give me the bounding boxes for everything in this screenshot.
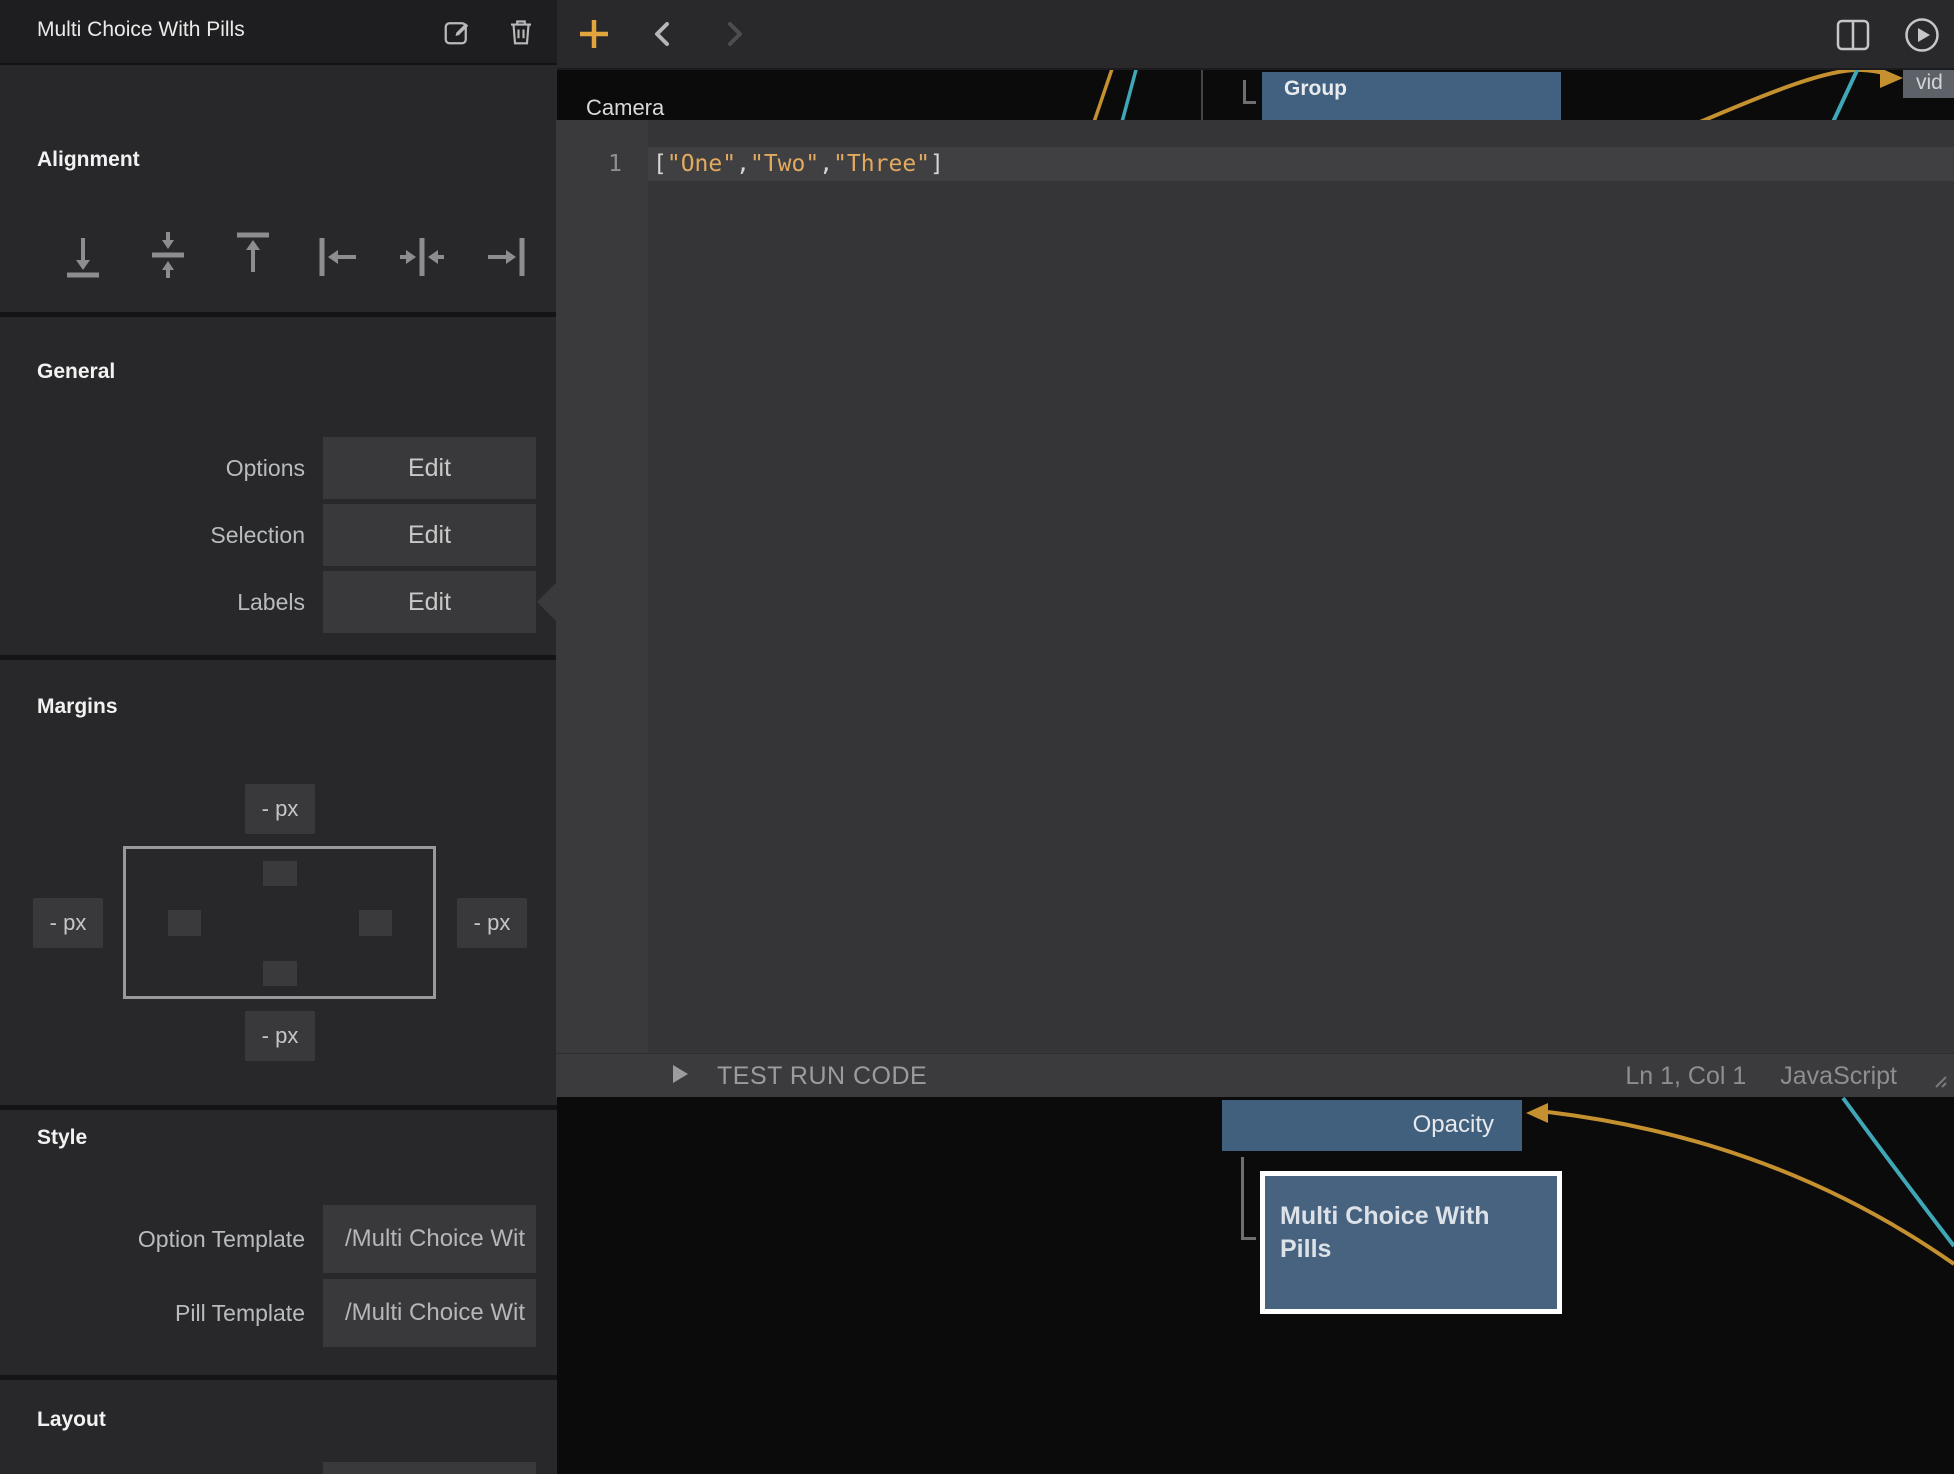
code-token: , xyxy=(819,151,833,177)
opacity-node-title: Opacity xyxy=(1413,1111,1494,1139)
margin-left-input[interactable]: - px xyxy=(33,898,103,948)
resize-grip[interactable] xyxy=(1928,1072,1948,1093)
line-number-gutter xyxy=(556,120,648,1053)
align-vertical-center-button[interactable] xyxy=(145,230,191,280)
video-node-title: vid xyxy=(1916,71,1943,95)
section-divider xyxy=(0,655,557,660)
align-left-button[interactable] xyxy=(314,230,360,280)
align-horizontal-center-icon xyxy=(399,268,445,283)
play-circle-icon xyxy=(1904,41,1940,56)
edit-pencil-icon xyxy=(442,35,472,50)
cursor-position-label: Ln 1, Col 1 xyxy=(1625,1062,1746,1091)
app-window: Camera Group vid Opacity Multi Choice Wi… xyxy=(0,0,1954,1474)
align-bottom-button[interactable] xyxy=(60,230,106,280)
run-prototype-button[interactable] xyxy=(1904,17,1940,53)
test-run-code-button[interactable]: TEST RUN CODE xyxy=(672,1054,927,1098)
alignment-buttons xyxy=(60,230,530,280)
section-divider xyxy=(0,1105,557,1110)
align-horizontal-center-button[interactable] xyxy=(399,230,445,280)
code-token: , xyxy=(736,151,750,177)
language-label: JavaScript xyxy=(1780,1062,1897,1091)
margins-heading: Margins xyxy=(37,695,118,719)
code-token: "Three" xyxy=(833,151,930,177)
node-edge-line xyxy=(1201,70,1203,120)
code-input[interactable]: ["One","Two","Three"] xyxy=(653,147,944,181)
video-node[interactable]: vid xyxy=(1903,68,1954,98)
panel-title: Multi Choice With Pills xyxy=(37,18,245,42)
navigate-forward-button-disabled[interactable] xyxy=(721,21,747,47)
selected-node-title: Multi Choice With Pills xyxy=(1280,1200,1520,1266)
style-heading: Style xyxy=(37,1126,87,1150)
option-template-value[interactable]: /Multi Choice Wit xyxy=(323,1205,536,1273)
camera-node-title[interactable]: Camera xyxy=(586,95,664,121)
align-vertical-center-icon xyxy=(145,268,191,283)
align-left-icon xyxy=(314,268,360,283)
code-editor-popover: 1 ["One","Two","Three"] TEST RUN CODE Ln… xyxy=(556,120,1954,1097)
multi-choice-with-pills-node-selected[interactable]: Multi Choice With Pills xyxy=(1260,1171,1562,1314)
options-edit-button[interactable]: Edit xyxy=(323,437,536,499)
group-node[interactable]: Group xyxy=(1262,72,1561,120)
line-number: 1 xyxy=(556,147,622,181)
opacity-node[interactable]: Opacity xyxy=(1222,1100,1522,1151)
margin-right-input[interactable]: - px xyxy=(457,898,527,948)
code-token: ] xyxy=(930,151,944,177)
panel-header: Multi Choice With Pills xyxy=(0,0,557,65)
general-heading: General xyxy=(37,360,115,384)
pill-template-value[interactable]: /Multi Choice Wit xyxy=(323,1279,536,1347)
labels-edit-button[interactable]: Edit xyxy=(323,571,536,633)
align-bottom-icon xyxy=(60,268,106,283)
code-token: [ xyxy=(653,151,667,177)
editor-status: Ln 1, Col 1 JavaScript xyxy=(1625,1054,1897,1098)
selection-label: Selection xyxy=(0,504,305,566)
margin-left-handle[interactable] xyxy=(168,910,201,936)
margin-right-handle[interactable] xyxy=(359,910,392,936)
split-view-button[interactable] xyxy=(1836,19,1870,51)
layout-partial-control[interactable] xyxy=(323,1462,536,1474)
code-token: "One" xyxy=(667,151,736,177)
delete-button[interactable] xyxy=(506,17,536,47)
group-node-title: Group xyxy=(1284,77,1347,101)
hierarchy-connector xyxy=(1243,80,1256,104)
alignment-heading: Alignment xyxy=(37,148,140,172)
popover-arrow xyxy=(537,583,556,621)
code-token: "Two" xyxy=(750,151,819,177)
layout-heading: Layout xyxy=(37,1408,106,1432)
split-view-icon xyxy=(1836,39,1870,54)
hierarchy-connector xyxy=(1241,1157,1256,1240)
run-play-icon xyxy=(672,1062,689,1091)
labels-label: Labels xyxy=(0,571,305,633)
options-label: Options xyxy=(0,437,305,499)
margin-top-input[interactable]: - px xyxy=(245,784,315,834)
margin-bottom-handle[interactable] xyxy=(263,961,297,986)
properties-panel: Multi Choice With Pills Alignment xyxy=(0,0,557,1474)
navigate-back-button[interactable] xyxy=(650,21,676,47)
align-right-button[interactable] xyxy=(484,230,530,280)
section-divider xyxy=(0,1375,557,1380)
chevron-right-icon xyxy=(721,35,747,50)
margins-diagram xyxy=(123,846,436,999)
align-top-icon xyxy=(230,268,276,283)
graph-toolbar xyxy=(557,0,1954,70)
trash-icon xyxy=(506,35,536,50)
option-template-label: Option Template xyxy=(0,1205,305,1273)
test-run-code-label: TEST RUN CODE xyxy=(717,1062,927,1091)
margin-top-handle[interactable] xyxy=(263,861,297,886)
margin-bottom-input[interactable]: - px xyxy=(245,1011,315,1061)
align-top-button[interactable] xyxy=(230,230,276,280)
pill-template-label: Pill Template xyxy=(0,1279,305,1347)
section-divider xyxy=(0,312,557,317)
plus-icon xyxy=(576,40,612,55)
chevron-left-icon xyxy=(650,35,676,50)
add-node-button[interactable] xyxy=(576,16,612,52)
selection-edit-button[interactable]: Edit xyxy=(323,504,536,566)
rename-button[interactable] xyxy=(442,17,472,47)
align-right-icon xyxy=(484,268,530,283)
editor-bottom-bar: TEST RUN CODE Ln 1, Col 1 JavaScript xyxy=(556,1053,1954,1097)
